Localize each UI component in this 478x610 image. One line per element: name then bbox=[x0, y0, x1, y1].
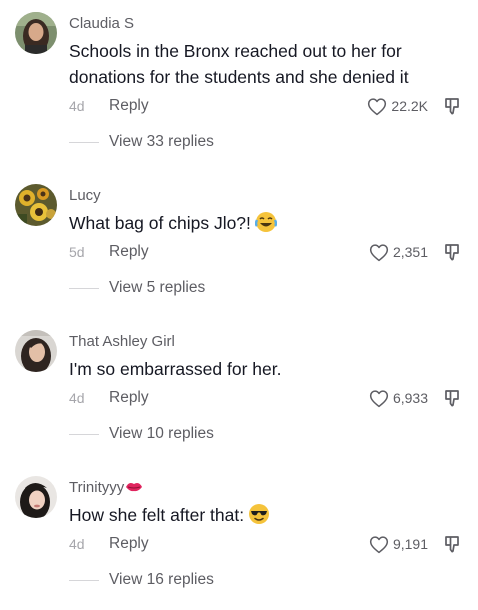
comment-username[interactable]: Trinityyy bbox=[69, 479, 143, 498]
like-button[interactable]: 9,191 bbox=[369, 534, 428, 554]
dislike-icon[interactable] bbox=[442, 242, 462, 262]
dislike-icon[interactable] bbox=[442, 388, 462, 408]
divider-line bbox=[69, 433, 99, 435]
comment-username[interactable]: That Ashley Girl bbox=[69, 333, 175, 350]
avatar[interactable] bbox=[15, 12, 57, 54]
divider-line bbox=[69, 287, 99, 289]
reply-button[interactable]: Reply bbox=[109, 242, 149, 262]
like-button[interactable]: 2,351 bbox=[369, 242, 428, 262]
comment-item: Trinityyy How she felt after that: 4d Re… bbox=[0, 464, 478, 610]
avatar[interactable] bbox=[15, 330, 57, 372]
comment-item: Lucy What bag of chips Jlo?! 5d Reply 2,… bbox=[0, 172, 478, 318]
comment-text-content: I'm so embarrassed for her. bbox=[69, 359, 282, 379]
comment-username[interactable]: Lucy bbox=[69, 187, 101, 204]
comment-item: Claudia S Schools in the Bronx reached o… bbox=[0, 0, 478, 150]
heart-icon bbox=[368, 97, 387, 115]
comment-text-content: Schools in the Bronx reached out to her … bbox=[69, 41, 409, 87]
like-count: 22.2K bbox=[391, 98, 428, 114]
reply-button[interactable]: Reply bbox=[109, 534, 149, 554]
dislike-icon[interactable] bbox=[442, 534, 462, 554]
divider-line bbox=[69, 579, 99, 581]
comment-text-content: How she felt after that: bbox=[69, 505, 245, 525]
comment-time: 4d bbox=[69, 536, 85, 552]
comment-time: 4d bbox=[69, 390, 85, 406]
view-replies-button[interactable]: View 16 replies bbox=[69, 570, 214, 590]
smiling-face-with-sunglasses-emoji bbox=[248, 503, 270, 532]
comment-time: 5d bbox=[69, 244, 85, 260]
view-replies-label: View 5 replies bbox=[109, 279, 206, 296]
comment-text: How she felt after that: bbox=[69, 502, 464, 532]
comment-meta: 4d Reply 9,191 bbox=[69, 534, 464, 554]
dislike-icon[interactable] bbox=[442, 96, 462, 116]
reply-button[interactable]: Reply bbox=[109, 388, 149, 408]
like-button[interactable]: 6,933 bbox=[369, 388, 428, 408]
comment-meta: 4d Reply 22.2K bbox=[69, 96, 464, 116]
heart-icon bbox=[369, 243, 389, 261]
comment-meta: 5d Reply 2,351 bbox=[69, 242, 464, 262]
face-with-tears-of-joy-emoji bbox=[254, 211, 278, 240]
view-replies-label: View 16 replies bbox=[109, 571, 214, 588]
divider-line bbox=[69, 141, 99, 143]
heart-icon bbox=[369, 389, 389, 407]
like-count: 6,933 bbox=[392, 390, 428, 406]
comment-meta: 4d Reply 6,933 bbox=[69, 388, 464, 408]
comment-text: I'm so embarrassed for her. bbox=[69, 356, 464, 382]
view-replies-button[interactable]: View 5 replies bbox=[69, 278, 205, 298]
avatar[interactable] bbox=[15, 476, 57, 518]
view-replies-label: View 10 replies bbox=[109, 425, 214, 442]
comment-text: Schools in the Bronx reached out to her … bbox=[69, 38, 464, 90]
comment-time: 4d bbox=[69, 98, 85, 114]
view-replies-button[interactable]: View 33 replies bbox=[69, 132, 214, 152]
like-count: 9,191 bbox=[392, 536, 428, 552]
like-button[interactable]: 22.2K bbox=[367, 96, 428, 116]
comment-username[interactable]: Claudia S bbox=[69, 15, 134, 32]
like-count: 2,351 bbox=[392, 244, 428, 260]
heart-icon bbox=[369, 535, 389, 553]
kiss-mark-emoji bbox=[125, 480, 143, 498]
comment-item: That Ashley Girl I'm so embarrassed for … bbox=[0, 318, 478, 464]
view-replies-button[interactable]: View 10 replies bbox=[69, 424, 214, 444]
view-replies-label: View 33 replies bbox=[109, 133, 214, 150]
reply-button[interactable]: Reply bbox=[109, 96, 149, 116]
comment-text-content: What bag of chips Jlo?! bbox=[69, 213, 251, 233]
comment-username-text: Trinityyy bbox=[69, 479, 125, 496]
comment-text: What bag of chips Jlo?! bbox=[69, 210, 464, 240]
avatar[interactable] bbox=[15, 184, 57, 226]
